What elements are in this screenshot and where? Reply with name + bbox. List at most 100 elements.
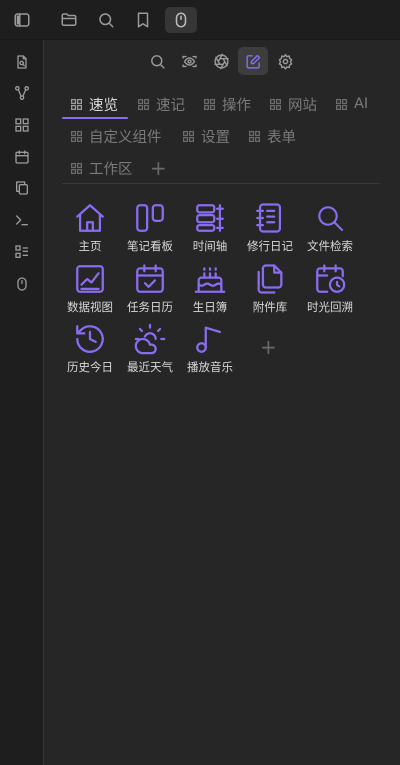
tab-ai[interactable]: AI [335, 92, 368, 116]
bookmark-icon [137, 12, 149, 28]
tool-task-calendar[interactable]: 任务日历 [120, 261, 180, 317]
tool-label: 时光回溯 [307, 300, 353, 314]
notebook-icon [256, 203, 282, 233]
ribbon-copy[interactable] [9, 175, 35, 201]
mouse-panel-button[interactable] [165, 7, 197, 33]
scan-eye-icon [181, 55, 197, 67]
tool-recent-weather[interactable]: 最近天气 [120, 321, 180, 377]
tool-label: 任务日历 [127, 300, 173, 314]
grid-icon [269, 98, 282, 110]
ribbon-checklist[interactable] [9, 239, 35, 265]
ribbon-file-search[interactable] [9, 49, 35, 75]
tab-workspace[interactable]: 工作区 [70, 156, 133, 180]
calendar-clock-icon [316, 264, 346, 293]
tool-label: 主页 [78, 239, 102, 253]
edit-icon [245, 54, 260, 69]
folder-icon [61, 13, 77, 26]
tool-attachment-library[interactable]: 附件库 [240, 261, 300, 317]
search-icon [99, 13, 114, 28]
view-scan-button[interactable] [174, 47, 204, 75]
tab-label: AI [354, 96, 369, 112]
cloud-sun-icon [134, 323, 166, 355]
checklist-icon [15, 245, 28, 258]
terminal-icon [16, 215, 28, 226]
grid-icon [248, 130, 261, 142]
mouse-icon [175, 12, 187, 28]
tab-websites[interactable]: 网站 [269, 92, 317, 116]
tab-settings[interactable]: 设置 [182, 124, 230, 148]
tool-time-lookback[interactable]: 时光回溯 [300, 261, 360, 317]
tab-quick-view[interactable]: 速览 [70, 92, 118, 116]
history-icon [76, 325, 104, 353]
music-icon [196, 326, 222, 353]
grid-icon [335, 98, 348, 110]
calendar-icon [15, 150, 29, 164]
tool-home[interactable]: 主页 [60, 200, 120, 256]
grid-icon [15, 118, 29, 132]
ribbon-grid[interactable] [9, 112, 35, 138]
tab-label: 设置 [201, 129, 230, 146]
tab-label: 速记 [156, 97, 185, 114]
line-chart-icon [76, 265, 104, 293]
calendar-check-icon [136, 264, 164, 293]
view-settings-button[interactable] [270, 47, 300, 75]
grid-icon [70, 130, 83, 142]
search-button[interactable] [93, 7, 119, 33]
tool-timeline[interactable]: 时间轴 [180, 200, 240, 256]
home-icon [76, 204, 104, 232]
grid-icon [182, 130, 195, 142]
timeline-icon [196, 204, 224, 232]
tool-label: 播放音乐 [187, 360, 233, 374]
tab-actions[interactable]: 操作 [203, 92, 251, 116]
tab-label: 速览 [89, 97, 118, 114]
tool-note-board[interactable]: 笔记看板 [120, 200, 180, 256]
add-tool-button[interactable]: + [260, 337, 277, 357]
tool-label: 数据视图 [67, 300, 113, 314]
tool-label: 笔记看板 [127, 239, 173, 253]
grid-icon [70, 98, 83, 110]
bookmarks-button[interactable] [130, 7, 156, 33]
add-tab-button[interactable]: + [150, 158, 167, 178]
view-aperture-button[interactable] [206, 47, 236, 75]
tab-label: 自定义组件 [89, 129, 162, 146]
search-icon [150, 54, 165, 69]
ribbon-graph[interactable] [9, 80, 35, 106]
tool-history-today[interactable]: 历史今日 [60, 321, 120, 377]
tool-play-music[interactable]: 播放音乐 [180, 321, 240, 377]
cake-icon [194, 267, 226, 293]
tool-data-view[interactable]: 数据视图 [60, 261, 120, 317]
tool-practice-diary[interactable]: 修行日记 [240, 200, 300, 256]
tab-forms[interactable]: 表单 [248, 124, 296, 148]
sidebar-toggle-button[interactable] [9, 7, 35, 33]
tool-label: 生日簿 [192, 300, 228, 314]
tool-birthday-book[interactable]: 生日簿 [180, 261, 240, 317]
view-search-button[interactable] [142, 47, 172, 75]
tab-label: 操作 [222, 97, 251, 114]
tabs-divider [62, 183, 380, 184]
top-bar [0, 0, 400, 40]
file-search-icon [17, 55, 27, 69]
tool-label: 最近天气 [127, 360, 173, 374]
tab-label: 表单 [267, 129, 296, 146]
active-tab-indicator [62, 117, 128, 119]
tool-label: 修行日记 [247, 239, 293, 253]
grid-icon [70, 162, 83, 174]
tab-label: 网站 [288, 97, 317, 114]
view-edit-button[interactable] [238, 47, 268, 75]
tool-label: 历史今日 [67, 360, 113, 374]
search-icon [318, 206, 344, 232]
ribbon-calendar[interactable] [9, 144, 35, 170]
tab-custom-components[interactable]: 自定义组件 [70, 124, 162, 148]
ribbon-mouse[interactable] [9, 271, 35, 297]
tool-label: 附件库 [252, 300, 288, 314]
left-ribbon [0, 40, 44, 765]
tool-file-search[interactable]: 文件检索 [300, 200, 360, 256]
tab-quick-note[interactable]: 速记 [137, 92, 185, 116]
ribbon-terminal[interactable] [9, 207, 35, 233]
main-panel: 速览 速记 操作 网站 AI 自定义组件 设置 表单 工作区 + 主页 笔记看板… [44, 40, 400, 765]
sidebar-toggle-icon [14, 13, 30, 27]
graph-icon [15, 86, 29, 100]
files-button[interactable] [56, 7, 82, 33]
copy-icon [16, 181, 28, 195]
grid-icon [203, 98, 216, 110]
